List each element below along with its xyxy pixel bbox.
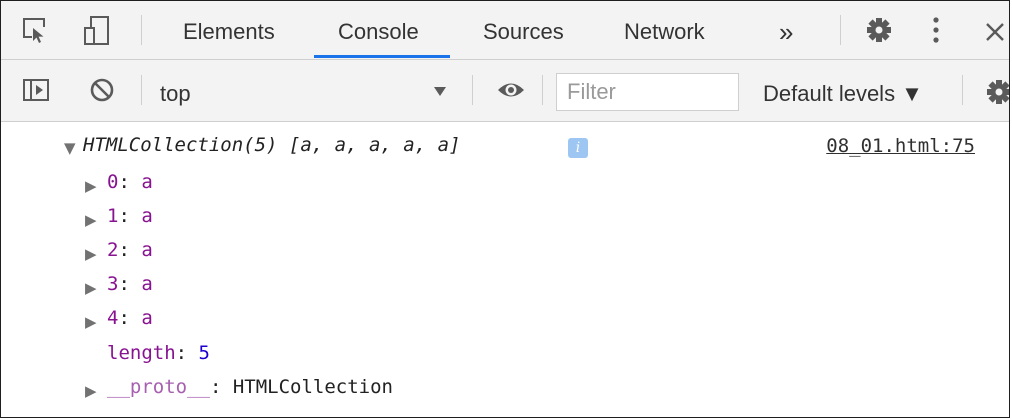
tabbar-separator-2 (840, 15, 841, 45)
settings-gear-icon[interactable] (864, 15, 894, 45)
item-value: a (141, 171, 153, 193)
close-icon[interactable] (982, 19, 1008, 45)
expand-triangle-icon[interactable]: ▶ (85, 279, 97, 297)
active-tab-indicator (314, 55, 450, 58)
devtools-tab-bar: Elements Console Sources Network » (1, 1, 1009, 60)
context-selector[interactable]: top (160, 81, 191, 107)
item-separator: : (118, 205, 142, 227)
filter-input[interactable] (557, 74, 737, 110)
more-tabs-icon[interactable]: » (779, 1, 793, 59)
source-link[interactable]: 08_01.html:75 (826, 135, 975, 157)
item-value: a (141, 273, 153, 295)
item-separator: : (118, 171, 142, 193)
item-separator: : (118, 273, 142, 295)
log-levels-dropdown[interactable]: Default levels ▼ (763, 81, 923, 107)
more-options-icon[interactable] (929, 13, 943, 47)
info-icon[interactable]: i (568, 138, 588, 158)
toolbar-separator-4 (962, 75, 963, 105)
inspect-element-icon[interactable] (21, 15, 49, 45)
length-separator: : (175, 342, 199, 364)
item-separator: : (118, 307, 142, 329)
toolbar-separator-2 (472, 75, 473, 105)
item-value: a (141, 205, 153, 227)
expand-triangle-icon[interactable]: ▶ (85, 211, 97, 229)
expand-triangle-icon[interactable]: ▶ (85, 382, 97, 400)
expand-triangle-icon[interactable]: ▶ (85, 245, 97, 263)
toolbar-separator (141, 75, 142, 105)
proto-value: HTMLCollection (232, 376, 393, 398)
tabbar-separator (141, 15, 142, 45)
console-header-text[interactable]: HTMLCollection(5) [a, a, a, a, a] (83, 134, 461, 156)
device-toolbar-icon[interactable] (81, 13, 113, 47)
devtools-window: Elements Console Sources Network » top F… (0, 0, 1010, 418)
length-value: 5 (198, 342, 210, 364)
item-index: 0 (107, 171, 119, 193)
filter-field[interactable] (556, 73, 739, 111)
tab-console[interactable]: Console (338, 1, 419, 59)
console-output: ▼ HTMLCollection(5) [a, a, a, a, a] i 08… (1, 122, 1009, 417)
item-index: 3 (107, 273, 119, 295)
clear-console-icon[interactable] (87, 75, 117, 105)
console-settings-gear-icon[interactable] (984, 77, 1009, 107)
tab-network[interactable]: Network (624, 1, 705, 59)
collapse-triangle-icon[interactable]: ▼ (64, 139, 76, 157)
show-sidebar-icon[interactable] (21, 76, 51, 104)
expand-triangle-icon[interactable]: ▶ (85, 313, 97, 331)
item-value: a (141, 239, 153, 261)
context-dropdown-icon[interactable] (431, 82, 449, 100)
item-value: a (141, 307, 153, 329)
item-separator: : (118, 239, 142, 261)
live-expression-eye-icon[interactable] (495, 78, 527, 102)
proto-separator: : (209, 376, 233, 398)
item-index: 1 (107, 205, 119, 227)
toolbar-separator-3 (542, 75, 543, 105)
proto-key: __proto__ (107, 376, 210, 398)
item-index: 4 (107, 307, 119, 329)
tab-elements[interactable]: Elements (183, 1, 275, 59)
length-row: length: 5 (107, 342, 210, 364)
length-key: length (107, 342, 176, 364)
expand-triangle-icon[interactable]: ▶ (85, 177, 97, 195)
tab-sources[interactable]: Sources (483, 1, 564, 59)
item-index: 2 (107, 239, 119, 261)
